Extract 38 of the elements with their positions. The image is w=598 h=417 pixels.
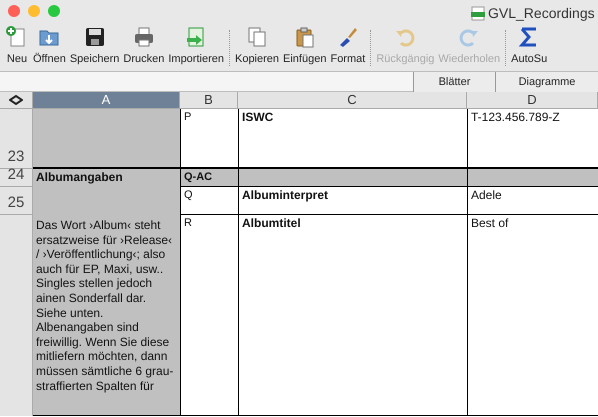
table-cell: Albuminterpret <box>238 187 467 215</box>
table-cell: T-123.456.789-Z <box>467 109 598 169</box>
table-cell: Albumangaben <box>33 169 180 187</box>
column-header[interactable]: C <box>238 92 467 109</box>
spreadsheet-file-icon <box>470 6 486 21</box>
table-cell: Q-AC <box>180 169 238 187</box>
table-cell: R <box>180 215 238 416</box>
table-cell: ISWC <box>238 109 467 169</box>
table-cell: P <box>180 109 238 169</box>
table-cell: Adele <box>467 187 598 215</box>
table-cell: Best of <box>467 215 598 416</box>
close-button[interactable] <box>8 5 20 17</box>
table-cell: Das Wort ›Album‹ steht ersatzweise für ›Release‹ / ›Veröffentlichung‹; also auch für EP, Maxi, usw.. Singles stellen jedoch ainen Sonderfall dar. Siehe unten. Albenangaben sind freiwillig. Wenn Sie diese mitliefern möchten, dann müssen sämtliche 6 grau-straffierten Spalten für <box>33 215 180 416</box>
table-cell: Albumtitel <box>238 215 467 416</box>
column-header[interactable]: B <box>180 92 238 109</box>
toolbar-button[interactable]: Speichern <box>68 24 122 70</box>
toolbar-button[interactable]: Einfügen <box>281 24 328 70</box>
row-header[interactable]: 24 <box>0 169 33 187</box>
row-header[interactable] <box>0 215 33 416</box>
ribbon-tab[interactable]: Blätter <box>413 72 495 92</box>
row-header[interactable]: 23 <box>0 109 33 169</box>
diamond-icon <box>9 95 23 105</box>
toolbar-button[interactable]: Kopieren <box>232 24 282 70</box>
column-header[interactable]: D <box>467 92 598 109</box>
window-title: GVL_Recordings <box>488 4 595 23</box>
select-all-corner[interactable] <box>0 92 33 109</box>
zoom-button[interactable] <box>48 5 60 17</box>
toolbar-button[interactable]: Format <box>328 24 368 70</box>
ribbon-tab[interactable]: Diagramme <box>495 72 598 92</box>
column-header[interactable]: A <box>33 92 180 109</box>
toolbar-button[interactable]: Importieren <box>166 24 226 70</box>
toolbar-button[interactable]: Neu <box>3 24 31 70</box>
toolbar-button[interactable]: Drucken <box>121 24 166 70</box>
row-header[interactable]: 25 <box>0 187 33 215</box>
minimize-button[interactable] <box>28 5 40 17</box>
toolbar-button[interactable]: AutoSu <box>509 24 550 70</box>
toolbar-button[interactable]: Öffnen <box>31 24 68 70</box>
table-cell: Q <box>180 187 238 215</box>
